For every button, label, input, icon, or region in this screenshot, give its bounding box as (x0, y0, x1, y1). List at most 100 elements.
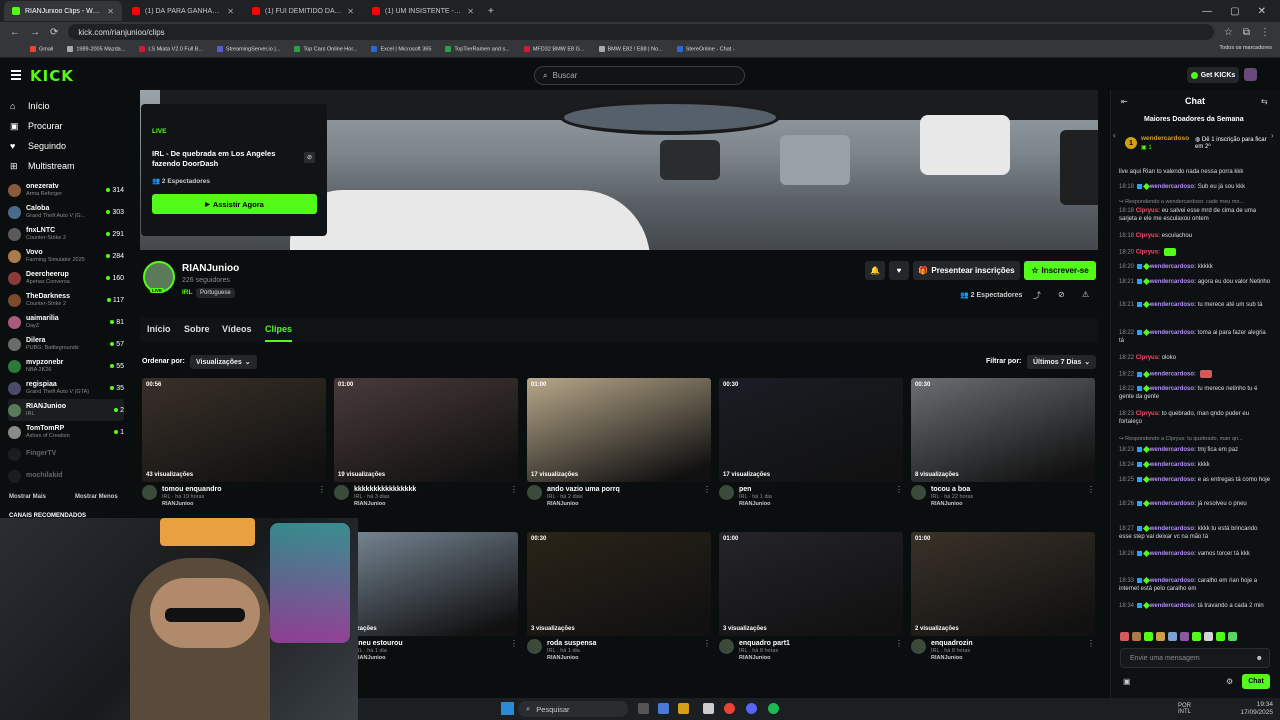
chat-username[interactable]: Clpryus: (1136, 233, 1160, 239)
chat-username[interactable]: wendercardoso: (1150, 526, 1196, 532)
bookmark-item[interactable]: StreamingServer.io |... (217, 46, 280, 53)
bookmark-item[interactable]: StereOnline - Chat - (676, 46, 735, 53)
emote-icon[interactable] (1228, 632, 1237, 641)
clip-author[interactable]: RIANJunioo (931, 655, 973, 662)
edge-icon[interactable] (658, 703, 669, 714)
chat-username[interactable]: wendercardoso: (1150, 447, 1196, 453)
browser-tab[interactable]: RIANJunioo Clips - Watch Live ✕ (4, 1, 122, 21)
bookmark-item[interactable]: LS Miata V2.0 Full B... (139, 46, 203, 53)
clip-thumbnail[interactable]: 00:30 17 visualizações (719, 378, 903, 482)
chat-message-input[interactable]: Envie uma mensagem ☻ (1120, 648, 1270, 668)
language-tag[interactable]: Portuguese (196, 288, 235, 298)
clock-date[interactable]: 17/09/2025 (1228, 709, 1273, 716)
sidebar-channel[interactable]: Deercheerup Apenas Conversa 160 (8, 267, 124, 289)
discord-icon[interactable] (746, 703, 757, 714)
clip-author[interactable]: RIANJunioo (354, 501, 416, 508)
chat-username[interactable]: Clpryus: (1136, 250, 1160, 256)
clip-author-avatar[interactable] (911, 485, 926, 500)
sidebar-channel[interactable]: fnxLNTC Counter-Strike 2 291 (8, 223, 124, 245)
file-explorer-icon[interactable] (678, 703, 689, 714)
clip-author-avatar[interactable] (911, 639, 926, 654)
new-tab-icon[interactable]: + (488, 6, 494, 17)
search-input[interactable]: ⌕ Buscar (534, 66, 745, 85)
sidebar-channel[interactable]: regispiaa Grand Theft Auto V (GTA) 35 (8, 377, 124, 399)
clip-thumbnail[interactable]: 00:30 3 visualizações (527, 532, 711, 636)
clip-author[interactable]: RIANJunioo (547, 501, 620, 508)
chat-username[interactable]: wendercardoso: (1150, 302, 1196, 308)
subscribe-button[interactable]: ☆ Inscrever-se (1024, 261, 1096, 280)
hide-icon[interactable]: ⊘ (1058, 290, 1065, 299)
chat-username[interactable]: wendercardoso: (1150, 578, 1196, 584)
clip-card[interactable]: 01:00 19 visualizações kkkkkkkkkkkkkkkk IRL… (334, 378, 518, 508)
url-field[interactable]: kick.com/rianjunioo/clips (68, 24, 1214, 40)
chat-username[interactable]: wendercardoso: (1150, 501, 1196, 507)
chat-username[interactable]: wendercardoso: (1150, 184, 1196, 190)
tab-1[interactable]: Sobre (184, 324, 210, 334)
sidebar-channel[interactable]: FingerTV (8, 443, 124, 465)
tab-0[interactable]: Início (147, 324, 171, 334)
donors-prev-icon[interactable]: ‹ (1113, 131, 1116, 140)
clip-card[interactable]: 00:30 17 visualizações pen IRL · há 1 dia RI… (719, 378, 903, 508)
bookmark-item[interactable]: 1989-2005 Mazda... (67, 46, 125, 53)
bookmark-item[interactable]: TopTierRamen and s... (445, 46, 510, 53)
clip-options-icon[interactable]: ⋮ (895, 639, 903, 662)
sidebar-nav-2[interactable]: ♥ Seguindo (0, 136, 128, 156)
chat-username[interactable]: wendercardoso: (1150, 372, 1196, 378)
show-more-link[interactable]: Mostrar Mais (9, 494, 46, 500)
clip-card[interactable]: 01:00 2 visualizações enquadrozin IRL · há … (911, 532, 1095, 662)
filter-dropdown[interactable]: Últimos 7 Dias ⌄ (1027, 355, 1097, 369)
chat-username[interactable]: wendercardoso: (1150, 279, 1196, 285)
browser-tab[interactable]: (1) DÁ PARA GANHAR DINHEI ✕ (124, 1, 242, 21)
chat-settings-gear-icon[interactable]: ⚙ (1226, 677, 1233, 686)
sidebar-nav-3[interactable]: ⊞ Multistream (0, 156, 128, 176)
clip-author[interactable]: RIANJunioo (547, 655, 596, 662)
clip-title[interactable]: pneu estourou (354, 639, 403, 648)
top-donor-name[interactable]: wendercardoso (1141, 135, 1189, 142)
hamburger-menu-icon[interactable] (11, 70, 21, 80)
bookmark-item[interactable]: Top Cars Online Hor... (294, 46, 357, 53)
user-avatar[interactable] (1244, 68, 1257, 81)
clip-title[interactable]: enquadro part1 (739, 639, 790, 648)
browser-tab[interactable]: (1) UM INSISTENTE - YouTube ✕ (364, 1, 482, 21)
bookmark-star-icon[interactable]: ☆ (1224, 27, 1233, 38)
follow-heart-button[interactable]: ♥ (889, 261, 909, 280)
chat-username[interactable]: wendercardoso: (1150, 462, 1196, 468)
taskbar-search[interactable]: ⌕ Pesquisar (518, 701, 628, 717)
clip-card[interactable]: 00:56 43 visualizações tomou enquandro IRL … (142, 378, 326, 508)
all-bookmarks[interactable]: Todos os marcadores (1219, 45, 1272, 51)
close-window-icon[interactable]: ✕ (1258, 6, 1266, 17)
chat-username[interactable]: wendercardoso: (1150, 386, 1196, 392)
task-view-icon[interactable] (638, 703, 649, 714)
bookmark-item[interactable]: Excel | Microsoft 365 (371, 46, 431, 53)
sidebar-nav-0[interactable]: ⌂ Início (0, 96, 128, 116)
sidebar-channel[interactable]: mvpzonebr NBA 2K26 55 (8, 355, 124, 377)
clip-thumbnail[interactable]: 01:00 2 visualizações (911, 532, 1095, 636)
clip-thumbnail[interactable]: 00:30 8 visualizações (911, 378, 1095, 482)
store-icon[interactable] (703, 703, 714, 714)
chat-username[interactable]: Clpryus: (1136, 355, 1160, 361)
clip-author[interactable]: RIANJunioo (354, 655, 403, 662)
clip-author[interactable]: RIANJunioo (739, 501, 772, 508)
clip-options-icon[interactable]: ⋮ (703, 639, 711, 662)
clip-title[interactable]: roda suspensa (547, 639, 596, 648)
emote-icon[interactable] (1144, 632, 1153, 641)
emote-icon[interactable] (1204, 632, 1213, 641)
clip-card[interactable]: visualizações pneu estourouIRL · há 1 dia… (334, 532, 518, 662)
kick-logo[interactable]: KICK (30, 67, 74, 85)
clip-author-avatar[interactable] (334, 485, 349, 500)
notification-bell-button[interactable]: 🔔 (865, 261, 885, 280)
chat-gift-icon[interactable]: ▣ (1123, 677, 1131, 686)
clip-author-avatar[interactable] (527, 485, 542, 500)
bookmark-item[interactable]: Gmail (30, 46, 53, 53)
report-icon[interactable]: ⚠ (1082, 290, 1089, 299)
chat-send-button[interactable]: Chat (1242, 674, 1270, 689)
clip-thumbnail[interactable]: 00:56 43 visualizações (142, 378, 326, 482)
hide-preview-icon[interactable]: ⊘ (304, 152, 315, 163)
clip-thumbnail[interactable]: visualizações (334, 532, 518, 636)
clip-author[interactable]: RIANJunioo (931, 501, 973, 508)
sidebar-channel[interactable]: Dilera PUBG: Battlegrounds 57 (8, 333, 124, 355)
clip-title[interactable]: pen (739, 485, 772, 494)
chat-username[interactable]: wendercardoso: (1150, 264, 1196, 270)
close-tab-icon[interactable]: ✕ (467, 7, 474, 16)
clip-card[interactable]: 00:30 3 visualizações roda suspensa IRL · h… (527, 532, 711, 662)
